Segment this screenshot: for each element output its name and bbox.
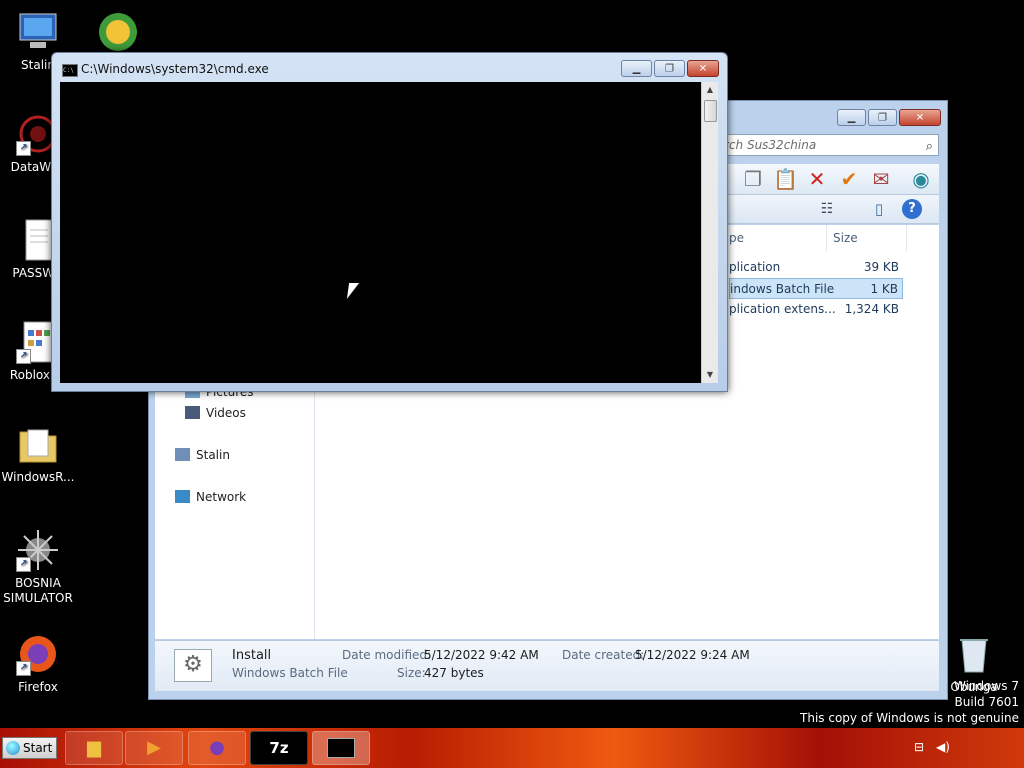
window-title: C:\Windows\system32\cmd.exe xyxy=(81,62,269,76)
desktop-icon-windowsr[interactable]: WindowsR... xyxy=(0,422,80,485)
firefox-icon: ↗ xyxy=(16,632,60,676)
minimize-icon: ▁ xyxy=(632,63,641,74)
file-row-selected[interactable]: indows Batch File 1 KB xyxy=(729,278,903,299)
shortcut-arrow-icon: ↗ xyxy=(16,661,31,676)
search-placeholder: rch Sus32china xyxy=(724,138,817,152)
details-size-value: 427 bytes xyxy=(424,666,484,680)
desktop-icon-label: BOSNIA SIMULATOR xyxy=(3,576,73,605)
details-created-label: Date created: xyxy=(562,648,645,662)
maximize-button[interactable]: ❐ xyxy=(654,60,685,77)
globe-icon[interactable]: ◉ xyxy=(909,167,933,191)
taskbar-media-player[interactable]: ▶ xyxy=(125,731,183,765)
nav-item-computer[interactable]: Stalin xyxy=(175,448,230,462)
maximize-button[interactable]: ❐ xyxy=(868,109,897,126)
start-label: Start xyxy=(23,741,53,755)
search-icon: ⌕ xyxy=(925,139,933,154)
nav-item-videos[interactable]: Videos xyxy=(185,406,246,420)
close-button[interactable]: ✕ xyxy=(899,109,941,126)
folder-icon: ▆ xyxy=(87,737,101,758)
network-icon xyxy=(175,490,190,503)
recycle-bin-icon xyxy=(952,632,996,676)
file-size: 39 KB xyxy=(863,260,899,274)
cmd-icon: C:\ xyxy=(62,64,78,77)
checkmark-icon[interactable]: ✔ xyxy=(837,167,861,191)
file-type: plication xyxy=(729,260,781,274)
details-modified-value: 5/12/2022 9:42 AM xyxy=(424,648,539,662)
network-tray-icon[interactable]: ⊟ xyxy=(914,740,924,754)
firefox-icon: ● xyxy=(209,737,225,758)
file-type: plication extens... xyxy=(729,302,836,316)
minimize-button[interactable]: ▁ xyxy=(621,60,652,77)
taskbar-7zip[interactable]: 7z xyxy=(250,731,308,765)
scroll-up-arrow-icon[interactable]: ▲ xyxy=(702,82,718,98)
copy-icon[interactable]: ❐ xyxy=(741,167,765,191)
view-options-icon[interactable]: ☷ ▾ xyxy=(815,197,839,241)
system-tray: ⊟ ◀) xyxy=(884,728,1024,768)
paste-icon[interactable]: 📋 xyxy=(773,167,798,191)
close-button[interactable]: ✕ xyxy=(687,60,719,77)
media-player-icon: ▶ xyxy=(147,737,161,758)
maximize-icon: ❐ xyxy=(878,112,887,123)
nav-item-network[interactable]: Network xyxy=(175,490,246,504)
taskbar-cmd[interactable] xyxy=(312,731,370,765)
desktop-icon-bosnia-simulator[interactable]: ↗ BOSNIA SIMULATOR xyxy=(0,528,80,606)
close-icon: ✕ xyxy=(698,63,708,74)
mail-icon[interactable]: ✉ xyxy=(869,167,893,191)
watermark-line: This copy of Windows is not genuine xyxy=(800,711,1019,725)
start-button[interactable]: Start xyxy=(2,737,57,759)
computer-icon xyxy=(16,10,60,54)
file-row[interactable]: plication extens... 1,324 KB xyxy=(729,299,903,320)
desktop-icon-label: WindowsR... xyxy=(1,470,75,484)
file-row[interactable]: plication 39 KB xyxy=(729,257,903,278)
windows-orb-icon xyxy=(96,10,140,54)
desktop-icon-windows-update[interactable] xyxy=(76,10,160,58)
shortcut-arrow-icon: ↗ xyxy=(16,141,31,156)
shortcut-arrow-icon: ↗ xyxy=(16,557,31,572)
close-icon: ✕ xyxy=(915,112,925,123)
volume-icon[interactable]: ◀) xyxy=(936,740,950,754)
console-area[interactable] xyxy=(60,82,701,383)
delete-icon[interactable]: ✕ xyxy=(805,167,829,191)
file-type: indows Batch File xyxy=(730,282,835,296)
desktop-icon-firefox[interactable]: ↗ Firefox xyxy=(0,632,80,695)
minimize-icon: ▁ xyxy=(847,112,856,123)
search-input[interactable]: rch Sus32china ⌕ xyxy=(717,134,939,156)
details-created-value: 5/12/2022 9:24 AM xyxy=(635,648,750,662)
file-size: 1 KB xyxy=(870,282,898,296)
details-modified-label: Date modified: xyxy=(342,648,432,662)
seven-zip-icon: 7z xyxy=(269,739,289,757)
start-orb-icon xyxy=(6,741,20,755)
computer-icon xyxy=(175,448,190,461)
windows-watermark: Windows 7 Build 7601 This copy of Window… xyxy=(800,678,1019,726)
help-icon[interactable]: ? xyxy=(902,199,922,219)
desktop-icon-label: Firefox xyxy=(18,680,58,694)
maximize-icon: ❐ xyxy=(665,63,674,74)
nav-label: Network xyxy=(196,490,247,504)
taskbar-explorer[interactable]: ▆ xyxy=(65,731,123,765)
taskbar: Start ▆ ▶ ● 7z ⊟ ◀) xyxy=(0,728,1024,768)
minimize-button[interactable]: ▁ xyxy=(837,109,866,126)
nav-label: Stalin xyxy=(196,448,230,462)
videos-icon xyxy=(185,406,200,419)
preview-pane-icon[interactable]: ▯ xyxy=(867,197,891,221)
column-header-size[interactable]: Size xyxy=(827,225,907,251)
cmd-window[interactable]: C:\ C:\Windows\system32\cmd.exe ▁ ❐ ✕ ▲ … xyxy=(51,52,728,392)
batch-file-gear-icon: ⚙ xyxy=(174,649,212,682)
nav-label: Videos xyxy=(206,406,246,420)
watermark-line: Windows 7 xyxy=(953,679,1019,693)
details-size-label: Size: xyxy=(397,666,426,680)
column-header-type[interactable]: pe xyxy=(723,225,827,251)
scroll-down-arrow-icon[interactable]: ▼ xyxy=(702,367,718,383)
cmd-icon xyxy=(327,738,355,758)
details-file-type: Windows Batch File xyxy=(232,666,348,680)
folder-icon xyxy=(16,422,60,466)
shortcut-arrow-icon: ↗ xyxy=(16,349,31,364)
taskbar-firefox[interactable]: ● xyxy=(188,731,246,765)
scrollbar-thumb[interactable] xyxy=(704,100,717,122)
spiked-ball-icon: ↗ xyxy=(16,528,60,572)
watermark-line: Build 7601 xyxy=(954,695,1019,709)
file-size: 1,324 KB xyxy=(844,302,899,316)
details-file-name: Install xyxy=(232,648,272,663)
vertical-scrollbar[interactable]: ▲ ▼ xyxy=(701,82,718,383)
